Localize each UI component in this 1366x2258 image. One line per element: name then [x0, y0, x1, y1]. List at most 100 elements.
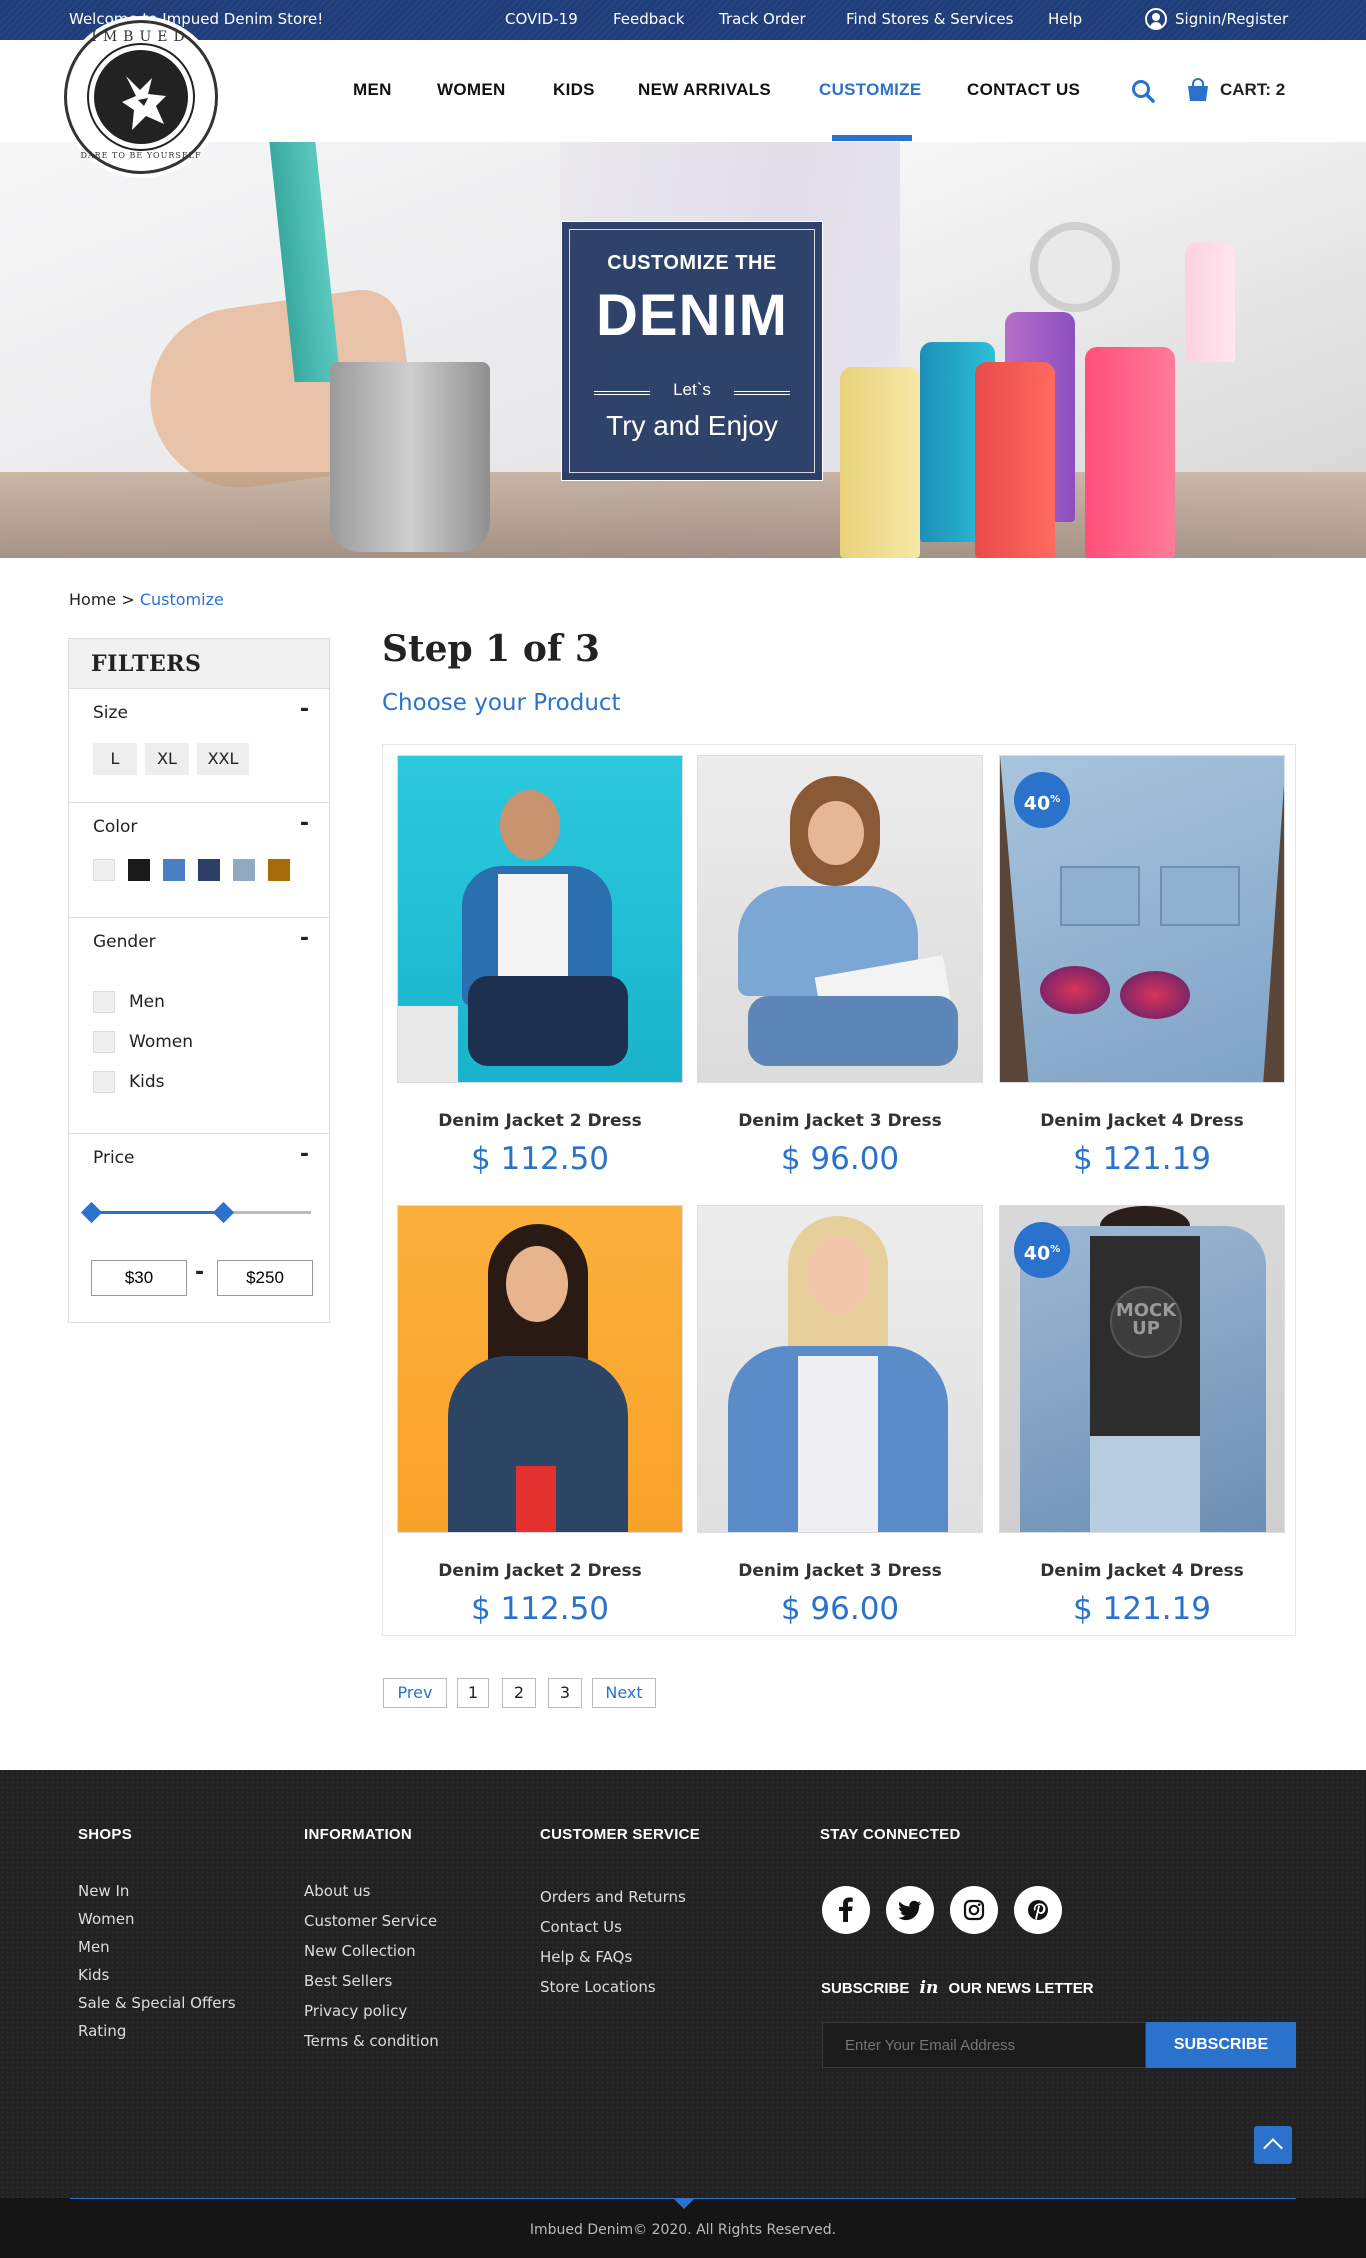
newsletter-email-input[interactable]	[822, 2022, 1146, 2068]
gender-option-men[interactable]: Men	[93, 991, 165, 1013]
checkbox[interactable]	[93, 1031, 115, 1053]
checkbox[interactable]	[93, 991, 115, 1013]
footer-link-new-in[interactable]: New In	[78, 1882, 129, 1900]
gender-option-kids[interactable]: Kids	[93, 1071, 165, 1093]
size-option-xl[interactable]: XL	[145, 743, 189, 775]
signin-register-label: Signin/Register	[1175, 10, 1289, 28]
product-name[interactable]: Denim Jacket 4 Dress	[999, 1111, 1285, 1131]
brand-logo[interactable]: IMBUED DARE TO BE YOURSELF	[64, 20, 218, 174]
pagination-prev[interactable]: Prev	[383, 1678, 447, 1708]
nav-new-arrivals[interactable]: NEW ARRIVALS	[638, 80, 771, 100]
nav-kids[interactable]: KIDS	[553, 80, 595, 100]
footer-link-privacy[interactable]: Privacy policy	[304, 2002, 407, 2020]
size-collapse-toggle[interactable]: -	[300, 697, 309, 722]
track-order-link[interactable]: Track Order	[719, 10, 806, 28]
footer-link-contact[interactable]: Contact Us	[540, 1918, 622, 1936]
subscribe-button[interactable]: SUBSCRIBE	[1146, 2022, 1296, 2068]
footer-link-sale[interactable]: Sale & Special Offers	[78, 1994, 236, 2012]
product-image[interactable]: 40%	[999, 755, 1285, 1083]
feedback-link[interactable]: Feedback	[613, 10, 684, 28]
active-nav-indicator	[832, 135, 912, 141]
product-price: $ 112.50	[470, 1141, 610, 1177]
covid-link[interactable]: COVID-19	[505, 10, 578, 28]
price-min-handle[interactable]	[80, 1201, 103, 1224]
size-filter: Size - L XL XXL	[69, 689, 329, 802]
gender-option-women[interactable]: Women	[93, 1031, 193, 1053]
pagination-page-3[interactable]: 3	[548, 1678, 582, 1708]
find-stores-link[interactable]: Find Stores & Services	[846, 10, 1013, 28]
size-filter-label: Size	[93, 703, 128, 723]
product-name[interactable]: Denim Jacket 2 Dress	[397, 1561, 683, 1581]
pinterest-icon[interactable]	[1014, 1886, 1062, 1934]
product-image[interactable]	[697, 1205, 983, 1533]
product-name[interactable]: Denim Jacket 4 Dress	[999, 1561, 1285, 1581]
nav-customize[interactable]: CUSTOMIZE	[819, 80, 922, 100]
pagination-page-1[interactable]: 1	[457, 1678, 489, 1708]
price-range-slider[interactable]	[80, 1201, 311, 1224]
footer-bottom: Imbued Denim© 2020. All Rights Reserved.	[0, 2198, 1366, 2258]
footer-link-new-collection[interactable]: New Collection	[304, 1942, 416, 1960]
price-max-handle[interactable]	[212, 1201, 235, 1224]
footer-link-help-faqs[interactable]: Help & FAQs	[540, 1948, 632, 1966]
color-swatch-white[interactable]	[93, 859, 115, 881]
hero-line-2: DENIM	[596, 283, 788, 348]
footer-link-terms[interactable]: Terms & condition	[304, 2032, 439, 2050]
logo-ring-bottom: DARE TO BE YOURSELF	[80, 151, 202, 160]
product-price: $ 121.19	[1072, 1591, 1212, 1627]
price-max-input[interactable]	[217, 1260, 313, 1296]
signin-register-link[interactable]: Signin/Register	[1145, 8, 1288, 30]
footer-link-kids[interactable]: Kids	[78, 1966, 109, 1984]
footer-link-men[interactable]: Men	[78, 1938, 110, 1956]
product-name[interactable]: Denim Jacket 3 Dress	[697, 1561, 983, 1581]
breadcrumb: Home > Customize	[69, 590, 224, 609]
color-swatch-brown[interactable]	[268, 859, 290, 881]
size-option-xxl[interactable]: XXL	[197, 743, 249, 775]
color-swatch-black[interactable]	[128, 859, 150, 881]
footer-link-women[interactable]: Women	[78, 1910, 134, 1928]
footer-link-best-sellers[interactable]: Best Sellers	[304, 1972, 392, 1990]
size-option-l[interactable]: L	[93, 743, 137, 775]
mug	[330, 362, 490, 552]
twitter-icon[interactable]	[886, 1886, 934, 1934]
nav-women[interactable]: WOMEN	[437, 80, 506, 100]
color-swatch-navy[interactable]	[198, 859, 220, 881]
facebook-icon[interactable]	[822, 1886, 870, 1934]
shopping-bag-icon	[1188, 78, 1208, 101]
footer-link-orders-returns[interactable]: Orders and Returns	[540, 1888, 686, 1906]
breadcrumb-home[interactable]: Home	[69, 590, 116, 609]
logo-ring-top: IMBUED	[91, 29, 191, 45]
product-image[interactable]	[697, 755, 983, 1083]
price-collapse-toggle[interactable]: -	[300, 1142, 309, 1167]
product-price: $ 121.19	[1072, 1141, 1212, 1177]
product-name[interactable]: Denim Jacket 3 Dress	[697, 1111, 983, 1131]
footer-link-rating[interactable]: Rating	[78, 2022, 126, 2040]
color-swatch-blue[interactable]	[163, 859, 185, 881]
footer-shops-title: SHOPS	[78, 1826, 133, 1843]
cart-button[interactable]: CART: 2	[1186, 78, 1285, 102]
product-image[interactable]: MOCK UP 40%	[999, 1205, 1285, 1533]
site-footer: SHOPS New In Women Men Kids Sale & Speci…	[0, 1770, 1366, 2258]
product-name[interactable]: Denim Jacket 2 Dress	[397, 1111, 683, 1131]
pagination-next[interactable]: Next	[592, 1678, 656, 1708]
scroll-to-top-button[interactable]	[1254, 2126, 1292, 2164]
newsletter-label: SUBSCRIBE in OUR NEWS LETTER	[821, 1978, 1094, 1998]
product-price: $ 96.00	[780, 1591, 900, 1627]
instagram-icon[interactable]	[950, 1886, 998, 1934]
breadcrumb-separator: >	[121, 590, 135, 609]
checkbox[interactable]	[93, 1071, 115, 1093]
product-image[interactable]	[397, 755, 683, 1083]
nav-men[interactable]: MEN	[353, 80, 392, 100]
gender-collapse-toggle[interactable]: -	[300, 926, 309, 951]
color-swatch-grey-blue[interactable]	[233, 859, 255, 881]
gender-filter: Gender - Men Women Kids	[69, 917, 329, 1133]
pagination-page-2[interactable]: 2	[502, 1678, 536, 1708]
help-link[interactable]: Help	[1048, 10, 1082, 28]
color-collapse-toggle[interactable]: -	[300, 811, 309, 836]
product-image[interactable]	[397, 1205, 683, 1533]
footer-link-customer-service[interactable]: Customer Service	[304, 1912, 437, 1930]
search-icon[interactable]	[1130, 78, 1156, 104]
price-min-input[interactable]	[91, 1260, 187, 1296]
footer-link-store-locations[interactable]: Store Locations	[540, 1978, 656, 1996]
footer-link-about[interactable]: About us	[304, 1882, 370, 1900]
nav-contact-us[interactable]: CONTACT US	[967, 80, 1080, 100]
